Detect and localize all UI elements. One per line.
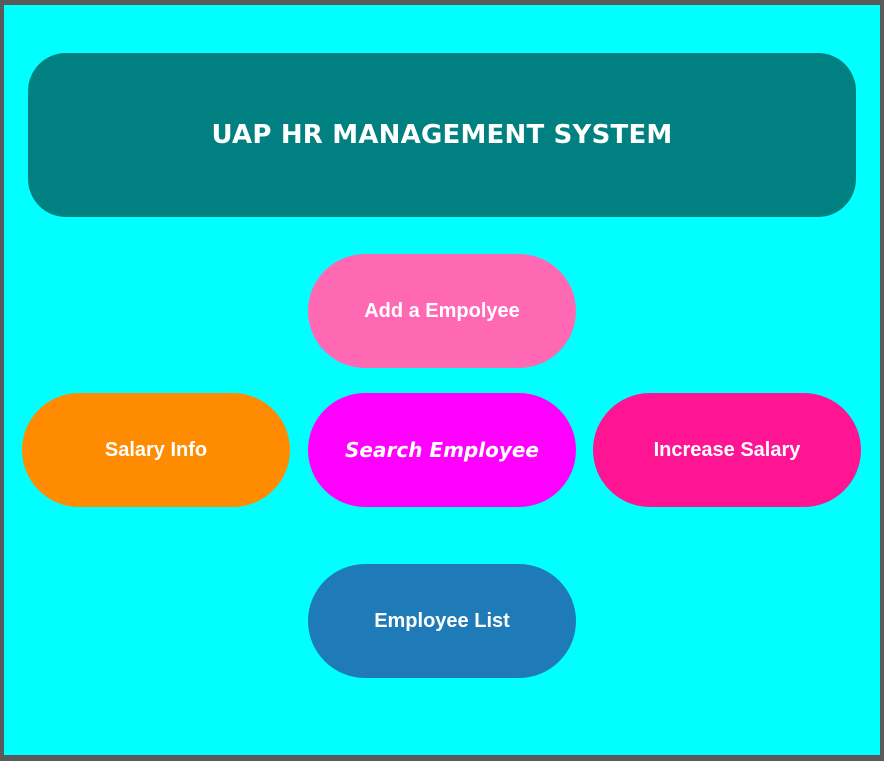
header-banner: UAP HR MANAGEMENT SYSTEM [28, 53, 856, 217]
search-employee-button[interactable]: Search Employee [308, 393, 576, 507]
employee-list-button[interactable]: Employee List [308, 564, 576, 678]
salary-info-button[interactable]: Salary Info [22, 393, 290, 507]
add-employee-button[interactable]: Add a Empolyee [308, 254, 576, 368]
app-window: UAP HR MANAGEMENT SYSTEM Add a Empolyee … [4, 5, 880, 755]
increase-salary-button[interactable]: Increase Salary [593, 393, 861, 507]
app-title: UAP HR MANAGEMENT SYSTEM [211, 120, 673, 150]
